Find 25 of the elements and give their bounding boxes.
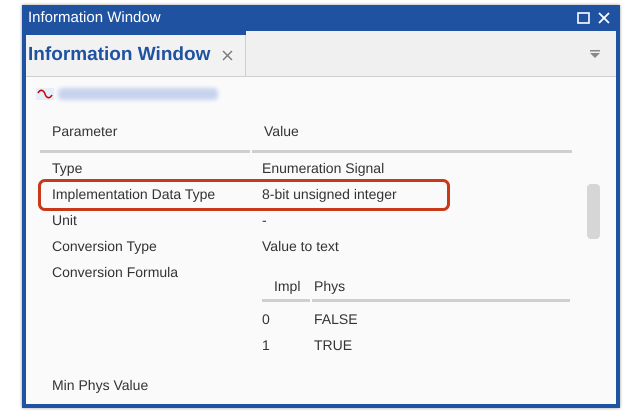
column-header: Phys [314, 278, 346, 294]
parameter-label: Unit [52, 212, 77, 228]
table-cell-text: FALSE [314, 310, 358, 329]
table-cell: 0 [262, 311, 270, 327]
window-title: Information Window [28, 8, 161, 28]
value-text: 8-bit unsigned integer [262, 185, 397, 204]
parameter-label: Min Phys Value [52, 377, 148, 393]
maximize-icon[interactable] [577, 12, 590, 24]
parameter-label: Type [52, 160, 82, 176]
column-header: Impl [274, 278, 300, 294]
value-text: - [262, 211, 267, 230]
tab[interactable]: Information Window [26, 35, 246, 76]
table-cell: 1 [262, 337, 270, 353]
value-text: Enumeration Signal [262, 159, 384, 178]
parameter-label: Conversion Type [52, 238, 157, 254]
parameter-label: Conversion Formula [52, 264, 178, 280]
column-header: Parameter [52, 123, 118, 139]
table-cell-text: TRUE [314, 336, 352, 355]
dropdown-icon[interactable] [590, 50, 600, 58]
column-header: Value [264, 123, 299, 139]
close-icon[interactable] [222, 50, 234, 61]
parameter-label: Implementation Data Type [52, 186, 216, 202]
wave-icon [36, 88, 54, 100]
value-text: Value to text [262, 237, 339, 256]
scrollbar-thumb[interactable] [587, 184, 600, 239]
